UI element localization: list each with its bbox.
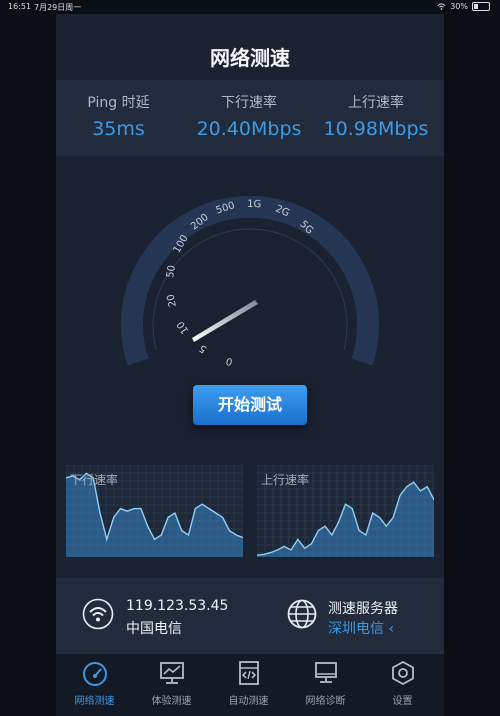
upload-chart-label: 上行速率 — [261, 473, 310, 487]
stat-upload-value: 10.98Mbps — [323, 118, 429, 140]
gauge-tick-label: 1G — [247, 199, 262, 211]
code-file-icon — [238, 661, 259, 685]
start-test-button[interactable]: 开始测试 — [193, 385, 307, 425]
stat-upload-label: 上行速率 — [348, 95, 404, 111]
isp-name: 中国电信 — [126, 621, 182, 637]
wifi-status-icon — [437, 3, 446, 10]
stat-download-value: 20.40Mbps — [196, 118, 302, 140]
status-bar: 16:51 7月29日周一 30% — [0, 0, 500, 14]
tab-experience-test[interactable]: 体验测速 — [133, 654, 210, 716]
server-label: 测速服务器 — [328, 601, 398, 617]
connection-panel: 119.123.53.45 中国电信 测速服务器 深圳电信 ‹ — [56, 578, 444, 654]
tab-speed-test-label: 网络测速 — [74, 696, 115, 707]
tab-auto-test[interactable]: 自动测速 — [210, 654, 287, 716]
gauge-tick-label: 0 — [225, 355, 234, 367]
page-title: 网络测速 — [210, 46, 290, 70]
tab-network-diagnosis[interactable]: 网络诊断 — [287, 654, 364, 716]
speedometer-icon — [82, 662, 107, 686]
wifi-icon — [82, 598, 114, 630]
gauge-tick-label: 5 — [197, 342, 209, 355]
upload-chart: 上行速率 — [256, 464, 435, 557]
gauge-tick-label: 10 — [175, 319, 191, 336]
bottom-tab-bar: 网络测速 体验测速 自动测速 网络诊断 设置 — [56, 654, 444, 716]
computer-icon — [314, 662, 337, 683]
stat-upload: 上行速率 10.98Mbps — [318, 92, 434, 140]
download-chart-label: 下行速率 — [70, 473, 119, 487]
tab-auto-test-label: 自动测速 — [228, 696, 269, 707]
tab-network-diagnosis-label: 网络诊断 — [305, 696, 346, 707]
globe-icon — [287, 599, 317, 629]
stat-ping: Ping 时延 35ms — [66, 92, 171, 140]
status-date: 7月29日周一 — [34, 3, 82, 12]
stat-ping-label: Ping 时延 — [87, 95, 150, 111]
status-time: 16:51 — [8, 2, 32, 11]
tab-settings[interactable]: 设置 — [364, 654, 441, 716]
tab-settings-label: 设置 — [392, 696, 413, 707]
download-chart: 下行速率 — [65, 464, 244, 557]
tab-speed-test[interactable]: 网络测速 — [56, 654, 133, 716]
gauge-tick-label: 20 — [165, 293, 178, 308]
gauge-outer-arc — [121, 195, 379, 366]
status-right: 30% — [437, 2, 490, 11]
stat-download-label: 下行速率 — [221, 95, 277, 111]
stats-panel: Ping 时延 35ms 下行速率 20.40Mbps 上行速率 10.98Mb… — [56, 80, 444, 156]
tab-experience-test-label: 体验测速 — [151, 696, 192, 707]
gauge-needle — [192, 300, 258, 342]
server-selector[interactable]: 深圳电信 ‹ — [328, 618, 394, 638]
ip-address: 119.123.53.45 — [126, 598, 229, 614]
battery-icon — [472, 2, 490, 11]
stat-ping-value: 35ms — [92, 118, 145, 140]
settings-hexagon-icon — [391, 660, 414, 686]
monitor-chart-icon — [159, 662, 184, 684]
battery-percent: 30% — [450, 2, 468, 11]
app-window: 网络测速 Ping 时延 35ms 下行速率 20.40Mbps 上行速率 10… — [56, 14, 444, 716]
gauge-tick-label: 50 — [165, 264, 178, 278]
speed-gauge: 05102050100200500 1G 2G5G — [121, 195, 379, 367]
stat-download: 下行速率 20.40Mbps — [186, 92, 312, 140]
